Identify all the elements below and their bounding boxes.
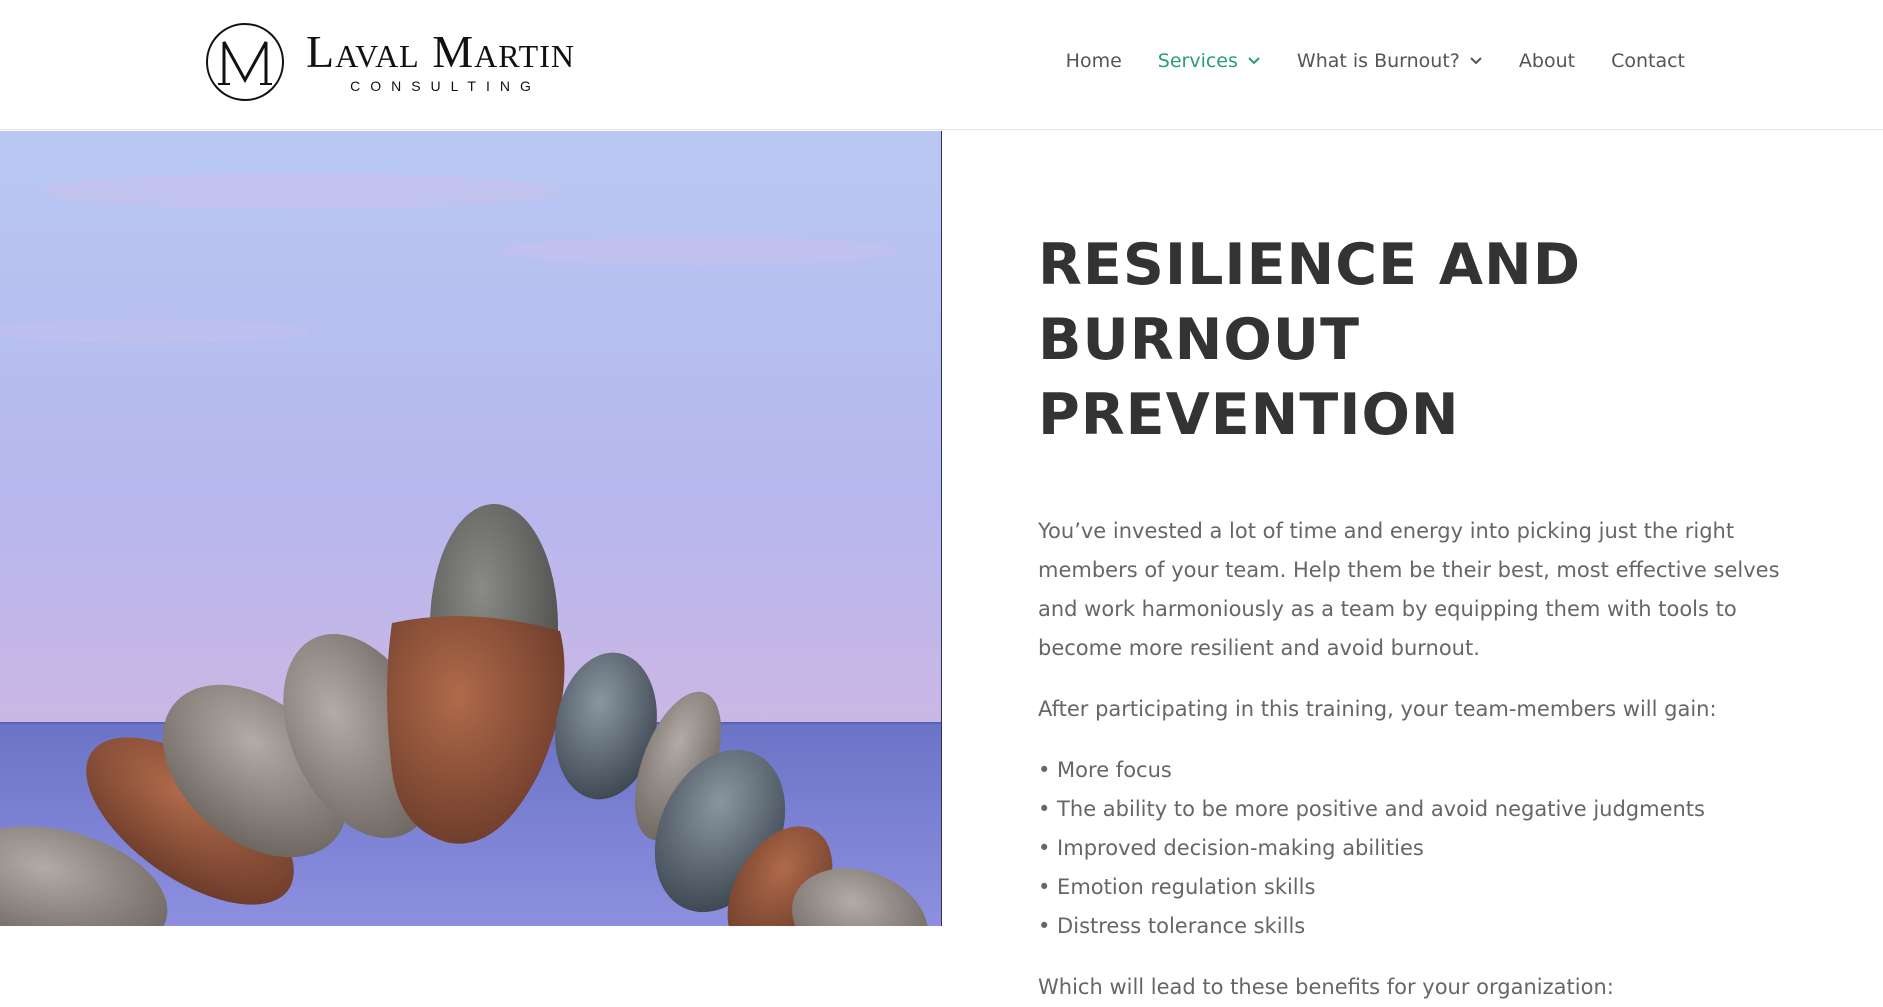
main-nav: Home Services What is Burnout? About Con… [1066,50,1685,72]
nav-services[interactable]: Services [1158,50,1261,72]
chevron-down-icon [1248,57,1260,65]
logo-wordmark: Laval Martin CONSULTING [306,26,575,95]
page-title-line-1: RESILIENCE AND [1038,232,1582,298]
list-item: • More focus [1038,758,1172,782]
closing-paragraph: Which will lead to these benefits for yo… [1038,975,1614,999]
nav-what-is-burnout[interactable]: What is Burnout? [1297,50,1483,72]
main-content: RESILIENCE AND BURNOUT PREVENTION You’ve… [1038,228,1798,1007]
list-item: • Improved decision-making abilities [1038,836,1424,860]
nav-contact[interactable]: Contact [1611,50,1685,72]
chevron-down-icon [1470,57,1482,65]
nav-contact-label: Contact [1611,50,1685,72]
nav-about-label: About [1518,50,1576,72]
site-logo[interactable]: Laval Martin CONSULTING [204,22,575,102]
list-item: • Emotion regulation skills [1038,875,1316,899]
benefits-list: • More focus • The ability to be more po… [1038,751,1798,946]
nav-home-label: Home [1065,50,1122,72]
nav-about[interactable]: About [1519,50,1575,72]
list-item: • Distress tolerance skills [1038,914,1306,938]
list-item: • The ability to be more positive and av… [1038,797,1705,821]
monogram-logo-icon [206,23,284,101]
nav-services-label: Services [1157,50,1238,72]
logo-subtitle: CONSULTING [350,78,541,94]
lead-in-paragraph: After participating in this training, yo… [1038,697,1717,721]
stone-arch-illustration [0,131,941,926]
intro-paragraph: You’ve invested a lot of time and energy… [1038,519,1780,660]
logo-name: Laval Martin [306,26,575,77]
hero-image [0,131,942,926]
site-header: Laval Martin CONSULTING Home Services Wh… [0,0,1883,130]
page-title-line-2: BURNOUT PREVENTION [1038,307,1460,448]
nav-what-is-burnout-label: What is Burnout? [1296,50,1460,72]
nav-home[interactable]: Home [1066,50,1122,72]
page-title: RESILIENCE AND BURNOUT PREVENTION [1038,228,1798,453]
